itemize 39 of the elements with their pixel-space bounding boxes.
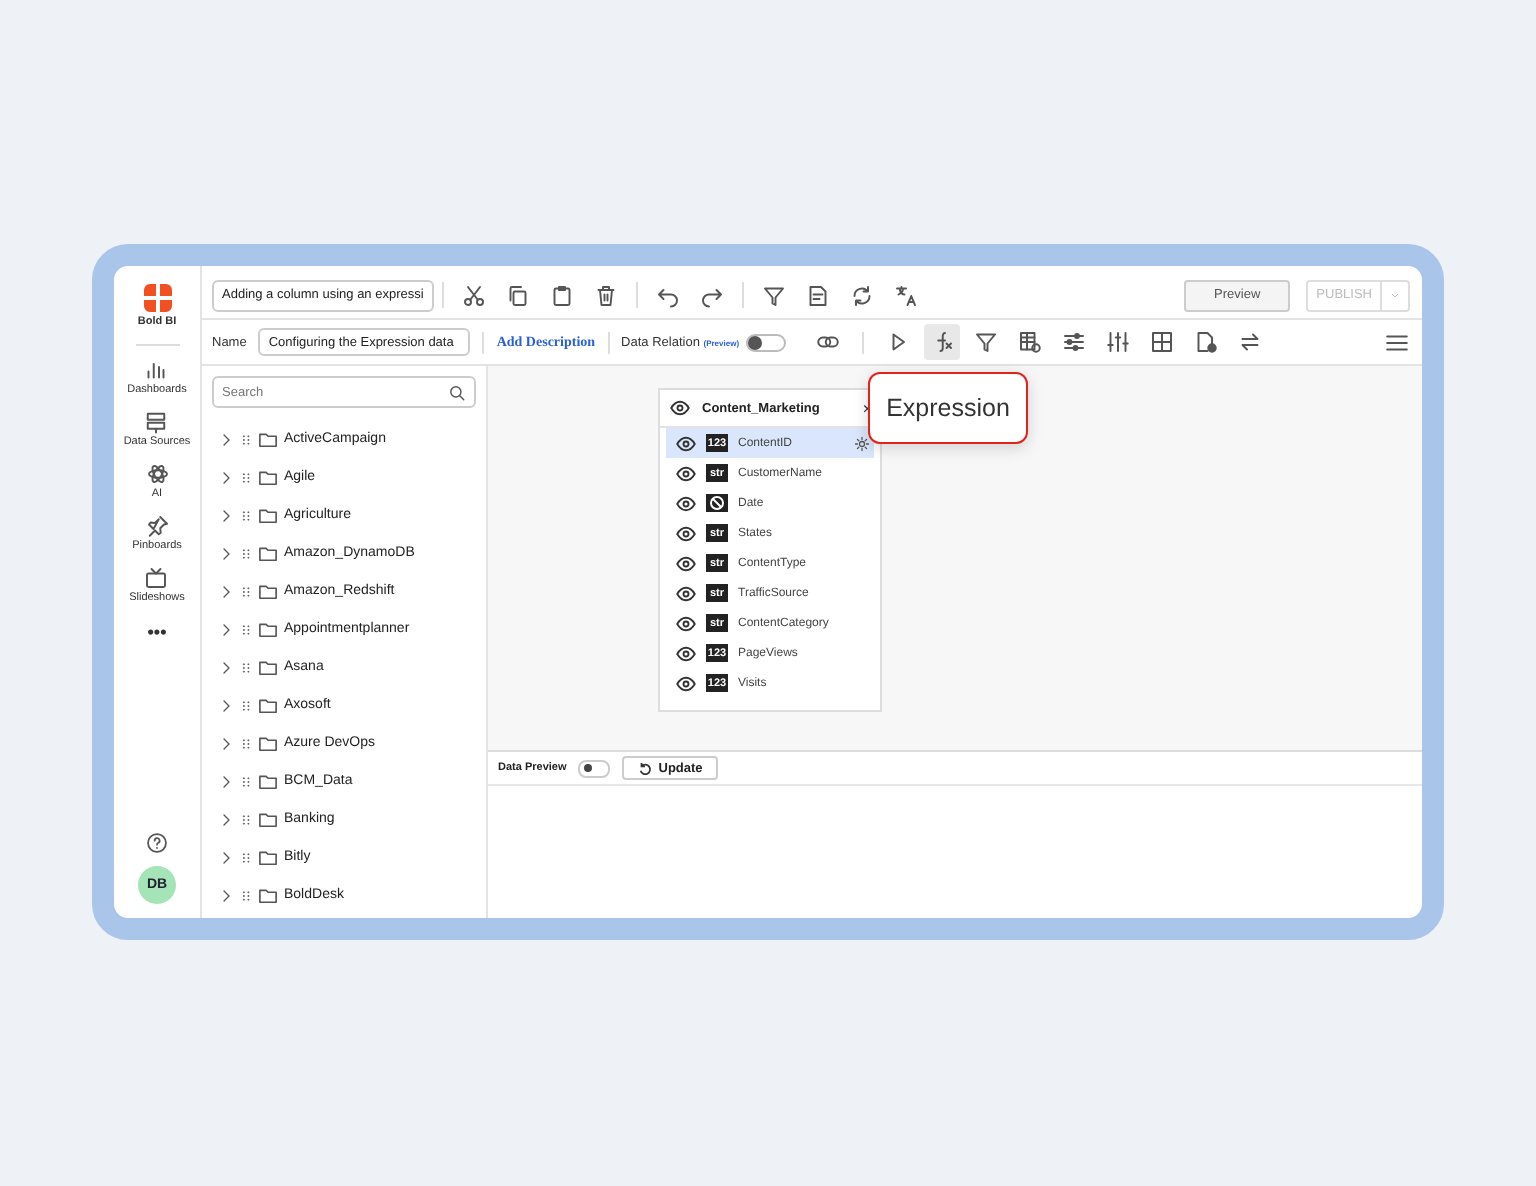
eye-icon[interactable] <box>676 435 696 451</box>
chevron-right-icon[interactable] <box>218 735 234 751</box>
eye-icon[interactable] <box>676 555 696 571</box>
data-preview-toggle[interactable] <box>578 759 611 777</box>
menu-icon[interactable] <box>1384 329 1410 355</box>
eye-icon[interactable] <box>670 400 690 416</box>
eye-icon[interactable] <box>676 585 696 601</box>
chevron-right-icon[interactable] <box>218 659 234 675</box>
eye-icon[interactable] <box>676 645 696 661</box>
expression-tooltip: Expression <box>868 372 1028 444</box>
logo-icon <box>141 282 173 314</box>
more-button[interactable]: ••• <box>147 622 167 642</box>
refresh-icon <box>638 761 653 775</box>
chevron-right-icon[interactable] <box>218 811 234 827</box>
search-icon <box>448 383 466 401</box>
eye-icon[interactable] <box>676 675 696 691</box>
chevron-right-icon[interactable] <box>218 507 234 523</box>
tv-icon[interactable] <box>144 566 169 590</box>
chevron-right-icon[interactable] <box>218 621 234 637</box>
chevron-right-icon[interactable] <box>218 849 234 865</box>
eye-icon[interactable] <box>676 525 696 541</box>
chevron-right-icon[interactable] <box>218 583 234 599</box>
eye-icon[interactable] <box>676 495 696 511</box>
eye-icon[interactable] <box>676 615 696 631</box>
chevron-right-icon[interactable] <box>218 545 234 561</box>
chevron-right-icon[interactable] <box>218 773 234 789</box>
gear-icon[interactable] <box>854 435 870 451</box>
function-icon[interactable] <box>923 324 960 360</box>
chevron-right-icon[interactable] <box>218 431 234 447</box>
chevron-right-icon[interactable] <box>218 887 234 903</box>
pin-icon[interactable] <box>145 514 169 538</box>
atom-icon[interactable] <box>145 462 169 486</box>
eye-icon[interactable] <box>676 465 696 481</box>
data-relation-toggle[interactable] <box>745 333 786 351</box>
server-icon[interactable] <box>144 410 169 434</box>
help-icon[interactable] <box>146 832 168 854</box>
chevron-right-icon[interactable] <box>218 469 234 485</box>
chevron-right-icon[interactable] <box>218 697 234 713</box>
bar-chart-icon[interactable] <box>144 358 169 382</box>
